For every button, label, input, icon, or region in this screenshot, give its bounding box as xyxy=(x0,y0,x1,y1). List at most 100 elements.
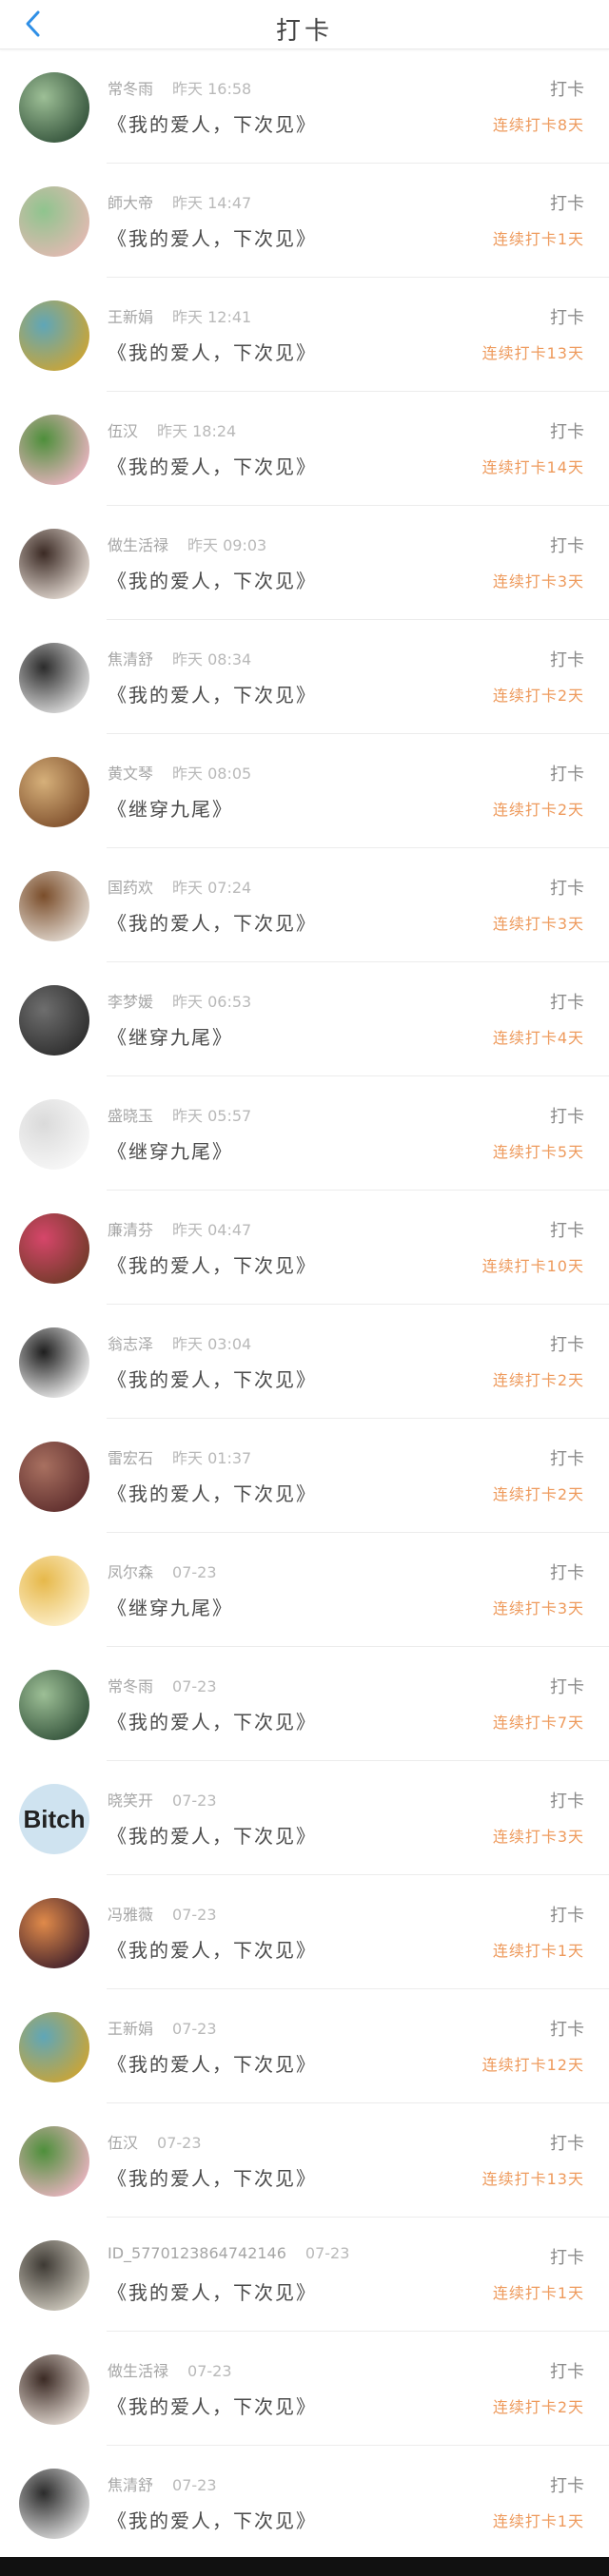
book-title[interactable]: 《我的爱人，下次见》 xyxy=(108,680,317,707)
streak-count: 连续打卡7天 xyxy=(492,1714,584,1732)
list-item[interactable]: 做生活禄 昨天 09:03 《我的爱人，下次见》 打卡 连续打卡3天 xyxy=(0,506,609,620)
list-item[interactable]: 李梦媛 昨天 06:53 《继穿九尾》 打卡 连续打卡4天 xyxy=(0,962,609,1076)
user-name[interactable]: 冯雅薇 xyxy=(108,1906,153,1924)
avatar[interactable] xyxy=(19,2354,89,2425)
list-item[interactable]: 黄文琴 昨天 08:05 《继穿九尾》 打卡 连续打卡2天 xyxy=(0,734,609,848)
avatar[interactable] xyxy=(19,1213,89,1284)
checkin-label: 打卡 xyxy=(550,993,584,1013)
avatar[interactable] xyxy=(19,300,89,371)
user-name[interactable]: 伍汉 xyxy=(108,422,138,440)
user-name[interactable]: 凤尔森 xyxy=(108,1563,153,1581)
list-item[interactable]: 做生活禄 07-23 《我的爱人，下次见》 打卡 连续打卡2天 xyxy=(0,2332,609,2446)
book-title[interactable]: 《我的爱人，下次见》 xyxy=(108,2277,317,2305)
user-name[interactable]: 李梦媛 xyxy=(108,993,153,1011)
user-name[interactable]: 做生活禄 xyxy=(108,536,168,554)
streak-count: 连续打卡8天 xyxy=(492,116,584,134)
avatar[interactable] xyxy=(19,757,89,827)
user-name[interactable]: 晓笑开 xyxy=(108,1792,153,1810)
list-item[interactable]: 王新娟 昨天 12:41 《我的爱人，下次见》 打卡 连续打卡13天 xyxy=(0,278,609,392)
book-title[interactable]: 《我的爱人，下次见》 xyxy=(108,908,317,936)
avatar[interactable] xyxy=(19,985,89,1056)
avatar[interactable] xyxy=(19,1442,89,1512)
book-title[interactable]: 《我的爱人，下次见》 xyxy=(108,566,317,593)
avatar[interactable] xyxy=(19,1670,89,1740)
checkin-time: 07-23 xyxy=(172,1563,217,1581)
user-meta: 常冬雨 07-23 xyxy=(108,1674,217,1696)
avatar[interactable] xyxy=(19,643,89,713)
book-title[interactable]: 《我的爱人，下次见》 xyxy=(108,1821,317,1849)
user-name[interactable]: 伍汉 xyxy=(108,2134,138,2152)
avatar[interactable] xyxy=(19,2012,89,2082)
book-title[interactable]: 《我的爱人，下次见》 xyxy=(108,2506,317,2533)
user-name[interactable]: 王新娟 xyxy=(108,308,153,326)
checkin-label: 打卡 xyxy=(550,308,584,328)
streak-count: 连续打卡3天 xyxy=(492,572,584,591)
book-title[interactable]: 《继穿九尾》 xyxy=(108,1022,233,1050)
list-item[interactable]: 冯雅薇 07-23 《我的爱人，下次见》 打卡 连续打卡1天 xyxy=(0,1875,609,1989)
book-title[interactable]: 《我的爱人，下次见》 xyxy=(108,109,317,137)
avatar[interactable] xyxy=(19,2469,89,2539)
avatar[interactable] xyxy=(19,415,89,485)
list-item[interactable]: 焦清舒 昨天 08:34 《我的爱人，下次见》 打卡 连续打卡2天 xyxy=(0,620,609,734)
book-title[interactable]: 《我的爱人，下次见》 xyxy=(108,1479,317,1506)
book-title[interactable]: 《继穿九尾》 xyxy=(108,794,233,822)
user-meta: 王新娟 07-23 xyxy=(108,2016,217,2039)
user-name[interactable]: 焦清舒 xyxy=(108,2476,153,2494)
book-title[interactable]: 《我的爱人，下次见》 xyxy=(108,338,317,365)
book-title[interactable]: 《我的爱人，下次见》 xyxy=(108,1250,317,1278)
list-item[interactable]: Bitch 晓笑开 07-23 《我的爱人，下次见》 打卡 连续打卡3天 xyxy=(0,1761,609,1875)
checkin-label: 打卡 xyxy=(550,1792,584,1811)
list-item[interactable]: 伍汉 07-23 《我的爱人，下次见》 打卡 连续打卡13天 xyxy=(0,2103,609,2218)
list-item[interactable]: 雷宏石 昨天 01:37 《我的爱人，下次见》 打卡 连续打卡2天 xyxy=(0,1419,609,1533)
book-title[interactable]: 《我的爱人，下次见》 xyxy=(108,2163,317,2191)
book-title[interactable]: 《我的爱人，下次见》 xyxy=(108,452,317,479)
avatar[interactable] xyxy=(19,1099,89,1170)
book-title[interactable]: 《继穿九尾》 xyxy=(108,1593,233,1620)
list-item[interactable]: 焦清舒 07-23 《我的爱人，下次见》 打卡 连续打卡1天 xyxy=(0,2446,609,2560)
user-name[interactable]: 翁志泽 xyxy=(108,1335,153,1353)
book-title[interactable]: 《继穿九尾》 xyxy=(108,1136,233,1164)
user-name[interactable]: 常冬雨 xyxy=(108,80,153,98)
avatar[interactable] xyxy=(19,871,89,941)
avatar[interactable] xyxy=(19,2126,89,2197)
list-item[interactable]: 国药欢 昨天 07:24 《我的爱人，下次见》 打卡 连续打卡3天 xyxy=(0,848,609,962)
user-name[interactable]: 常冬雨 xyxy=(108,1677,153,1695)
avatar[interactable] xyxy=(19,529,89,599)
checkin-label: 打卡 xyxy=(550,879,584,899)
book-title[interactable]: 《我的爱人，下次见》 xyxy=(108,2049,317,2077)
list-item[interactable]: 盛晓玉 昨天 05:57 《继穿九尾》 打卡 连续打卡5天 xyxy=(0,1076,609,1191)
avatar[interactable] xyxy=(19,186,89,257)
book-title[interactable]: 《我的爱人，下次见》 xyxy=(108,1935,317,1963)
user-meta: 凤尔森 07-23 xyxy=(108,1559,217,1582)
book-title[interactable]: 《我的爱人，下次见》 xyxy=(108,2392,317,2419)
user-name[interactable]: 盛晓玉 xyxy=(108,1107,153,1125)
book-title[interactable]: 《我的爱人，下次见》 xyxy=(108,223,317,251)
list-item[interactable]: 凤尔森 07-23 《继穿九尾》 打卡 连续打卡3天 xyxy=(0,1533,609,1647)
user-name[interactable]: 雷宏石 xyxy=(108,1449,153,1467)
user-name[interactable]: 焦清舒 xyxy=(108,650,153,668)
list-item[interactable]: 師大帝 昨天 14:47 《我的爱人，下次见》 打卡 连续打卡1天 xyxy=(0,164,609,278)
avatar[interactable] xyxy=(19,72,89,143)
user-name[interactable]: ID_5770123864742146 xyxy=(108,2244,286,2262)
list-item[interactable]: 常冬雨 昨天 16:58 《我的爱人，下次见》 打卡 连续打卡8天 xyxy=(0,49,609,164)
list-item[interactable]: 常冬雨 07-23 《我的爱人，下次见》 打卡 连续打卡7天 xyxy=(0,1647,609,1761)
user-meta: 冯雅薇 07-23 xyxy=(108,1902,217,1925)
list-item[interactable]: 伍汉 昨天 18:24 《我的爱人，下次见》 打卡 连续打卡14天 xyxy=(0,392,609,506)
list-item[interactable]: 翁志泽 昨天 03:04 《我的爱人，下次见》 打卡 连续打卡2天 xyxy=(0,1305,609,1419)
user-name[interactable]: 做生活禄 xyxy=(108,2362,168,2380)
avatar[interactable] xyxy=(19,2240,89,2311)
user-name[interactable]: 王新娟 xyxy=(108,2020,153,2038)
book-title[interactable]: 《我的爱人，下次见》 xyxy=(108,1707,317,1734)
avatar[interactable] xyxy=(19,1898,89,1968)
user-name[interactable]: 師大帝 xyxy=(108,194,153,212)
user-name[interactable]: 黄文琴 xyxy=(108,765,153,783)
avatar[interactable] xyxy=(19,1556,89,1626)
list-item[interactable]: 廉清芬 昨天 04:47 《我的爱人，下次见》 打卡 连续打卡10天 xyxy=(0,1191,609,1305)
avatar[interactable]: Bitch xyxy=(19,1784,89,1854)
list-item[interactable]: 王新娟 07-23 《我的爱人，下次见》 打卡 连续打卡12天 xyxy=(0,1989,609,2103)
book-title[interactable]: 《我的爱人，下次见》 xyxy=(108,1365,317,1392)
avatar[interactable] xyxy=(19,1327,89,1398)
user-name[interactable]: 廉清芬 xyxy=(108,1221,153,1239)
user-name[interactable]: 国药欢 xyxy=(108,879,153,897)
list-item[interactable]: ID_5770123864742146 07-23 《我的爱人，下次见》 打卡 连续打卡… xyxy=(0,2218,609,2332)
